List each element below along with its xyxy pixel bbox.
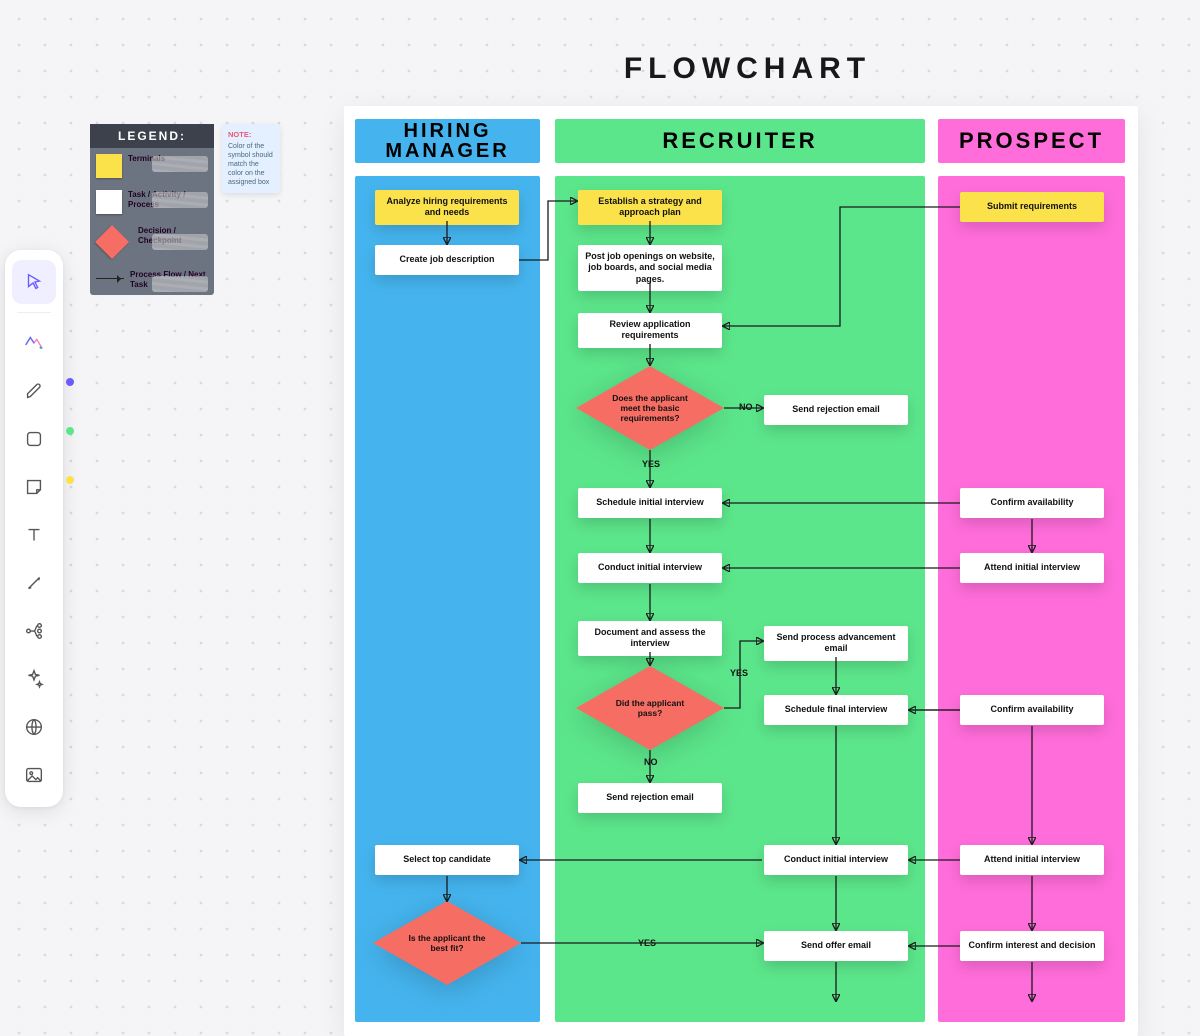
node-pr-submit[interactable]: Submit requirements (960, 192, 1104, 222)
node-hm-jobdesc[interactable]: Create job description (375, 245, 519, 275)
web-tool[interactable] (12, 705, 56, 749)
note-header: NOTE: (228, 130, 274, 140)
mindmap-tool[interactable] (12, 609, 56, 653)
page-title: FLOWCHART (355, 52, 1140, 86)
node-rc-document[interactable]: Document and assess the interview (578, 621, 722, 656)
shape-tool[interactable] (12, 417, 56, 461)
node-pr-confirm3[interactable]: Confirm interest and decision (960, 931, 1104, 961)
node-hm-select[interactable]: Select top candidate (375, 845, 519, 875)
node-pr-confirm2[interactable]: Confirm availability (960, 695, 1104, 725)
lane-title: HIRING MANAGER (355, 121, 540, 161)
connector-tool[interactable] (12, 561, 56, 605)
node-rc-reject1[interactable]: Send rejection email (764, 395, 908, 425)
node-rc-review[interactable]: Review application requirements (578, 313, 722, 348)
node-rc-post[interactable]: Post job openings on website, job boards… (578, 245, 722, 291)
lane-body-hiring-manager[interactable] (355, 176, 540, 1022)
node-rc-advance[interactable]: Send process advancement email (764, 626, 908, 661)
legend-item: Decision / Checkpoint (90, 220, 214, 264)
legend-item: Terminals (90, 148, 214, 184)
node-pr-attend2[interactable]: Attend initial interview (960, 845, 1104, 875)
lane-body-recruiter[interactable] (555, 176, 925, 1022)
node-rc-schedule[interactable]: Schedule initial interview (578, 488, 722, 518)
edge-label-yes: YES (730, 668, 748, 678)
magic-tool[interactable] (12, 657, 56, 701)
lane-title: PROSPECT (959, 128, 1104, 154)
node-pr-attend1[interactable]: Attend initial interview (960, 553, 1104, 583)
legend-swatch-terminal (96, 154, 122, 178)
edge-label-yes: YES (638, 938, 656, 948)
tool-indicator-dot (66, 378, 74, 386)
lane-header-recruiter[interactable]: RECRUITER (555, 119, 925, 163)
node-rc-strategy[interactable]: Establish a strategy and approach plan (578, 190, 722, 225)
edge-label-no: NO (644, 757, 658, 767)
decision-text: Is the applicant the best fit? (407, 933, 487, 953)
tool-toolbar (5, 250, 63, 807)
legend-item: Task / Activity / Process (90, 184, 214, 220)
node-rc-conduct2[interactable]: Conduct initial interview (764, 845, 908, 875)
node-rc-dec-pass[interactable]: Did the applicant pass? (576, 666, 724, 750)
node-rc-dec-basic[interactable]: Does the applicant meet the basic requir… (576, 366, 724, 450)
node-pr-confirm1[interactable]: Confirm availability (960, 488, 1104, 518)
legend-swatch-decision (95, 225, 129, 259)
lane-header-prospect[interactable]: PROSPECT (938, 119, 1125, 163)
tool-indicator-dot (66, 427, 74, 435)
image-tool[interactable] (12, 753, 56, 797)
select-tool[interactable] (12, 260, 56, 304)
ai-generate-tool[interactable] (12, 321, 56, 365)
legend-swatch-process (96, 190, 122, 214)
lane-body-prospect[interactable] (938, 176, 1125, 1022)
decision-text: Does the applicant meet the basic requir… (610, 393, 690, 424)
node-rc-offer[interactable]: Send offer email (764, 931, 908, 961)
node-rc-schedfinal[interactable]: Schedule final interview (764, 695, 908, 725)
sticky-tool[interactable] (12, 465, 56, 509)
lane-title: RECRUITER (662, 128, 817, 154)
legend-item: Process Flow / Next Task (90, 264, 214, 295)
node-hm-analyze[interactable]: Analyze hiring requirements and needs (375, 190, 519, 225)
node-rc-conduct[interactable]: Conduct initial interview (578, 553, 722, 583)
draw-tool[interactable] (12, 369, 56, 413)
node-rc-reject2[interactable]: Send rejection email (578, 783, 722, 813)
separator (17, 312, 51, 313)
legend-swatch-arrow (96, 278, 124, 279)
node-hm-dec-fit[interactable]: Is the applicant the best fit? (373, 901, 521, 985)
legend-card[interactable]: LEGEND: Terminals Task / Activity / Proc… (90, 124, 214, 295)
edge-label-yes: YES (642, 459, 660, 469)
text-tool[interactable] (12, 513, 56, 557)
legend-header: LEGEND: (90, 124, 214, 148)
note-body: Color of the symbol should match the col… (228, 142, 274, 187)
lane-header-hiring-manager[interactable]: HIRING MANAGER (355, 119, 540, 163)
edge-label-no: NO (739, 402, 753, 412)
decision-text: Did the applicant pass? (610, 698, 690, 718)
note-card[interactable]: NOTE: Color of the symbol should match t… (222, 124, 280, 193)
tool-indicator-dot (66, 476, 74, 484)
